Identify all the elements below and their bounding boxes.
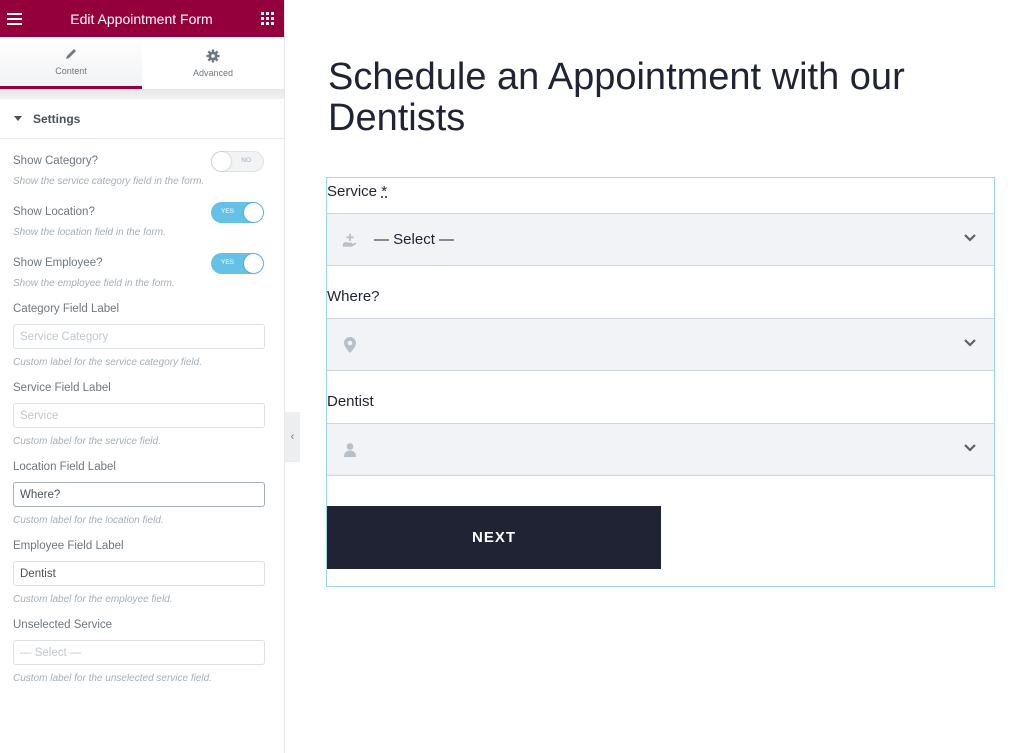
settings-section-toggle[interactable]: Settings bbox=[0, 99, 284, 139]
control-label: Service Field Label bbox=[13, 382, 111, 394]
employee-field-label: Dentist bbox=[327, 393, 374, 410]
control-label: Location Field Label bbox=[13, 461, 116, 473]
divider bbox=[0, 90, 284, 99]
employee-select[interactable] bbox=[327, 423, 994, 476]
control-label: Employee Field Label bbox=[13, 540, 124, 552]
service-hand-plus-icon bbox=[342, 232, 358, 248]
service-field-label: Service * bbox=[327, 183, 387, 200]
control-description: Custom label for the location field. bbox=[13, 515, 164, 526]
chevron-down-icon bbox=[964, 339, 976, 347]
switch-knob bbox=[244, 202, 263, 222]
employee-label-input[interactable] bbox=[13, 561, 265, 586]
tab-label: Advanced bbox=[192, 67, 234, 78]
caret-down-icon bbox=[14, 116, 22, 121]
chevron-left-icon: ‹ bbox=[290, 431, 295, 443]
tab-label: Content bbox=[55, 66, 87, 76]
required-mark: * bbox=[381, 183, 388, 200]
location-field-label: Where? bbox=[327, 288, 380, 305]
control-description: Custom label for the employee field. bbox=[13, 594, 173, 605]
control-label: Show Location? bbox=[13, 206, 95, 218]
location-pin-icon bbox=[342, 336, 358, 353]
show-employee-switch[interactable]: YES bbox=[211, 252, 264, 274]
control-description: Show the service category field in the f… bbox=[13, 176, 205, 187]
service-select[interactable]: — Select — bbox=[327, 213, 994, 266]
show-category-switch[interactable]: NO bbox=[211, 150, 264, 172]
switch-state: YES bbox=[221, 258, 235, 266]
collapse-panel-button[interactable]: ‹ bbox=[285, 412, 300, 462]
show-location-switch[interactable]: YES bbox=[211, 201, 264, 223]
switch-state: NO bbox=[241, 156, 251, 164]
preview-area: Schedule an Appointment with our Dentist… bbox=[300, 0, 1024, 753]
switch-knob bbox=[212, 151, 231, 171]
control-service-label: Service Field Label Custom label for the… bbox=[13, 382, 265, 447]
switch-knob bbox=[244, 253, 263, 273]
category-label-input[interactable] bbox=[13, 324, 265, 349]
control-employee-label: Employee Field Label Custom label for th… bbox=[13, 540, 265, 605]
service-label-input[interactable] bbox=[13, 403, 265, 428]
control-description: Show the employee field in the form. bbox=[13, 278, 175, 289]
control-description: Custom label for the service category fi… bbox=[13, 357, 202, 368]
gear-icon bbox=[206, 49, 220, 65]
select-value: — Select — bbox=[374, 231, 455, 248]
page-heading: Schedule an Appointment with our Dentist… bbox=[328, 56, 905, 139]
control-category-label: Category Field Label Custom label for th… bbox=[13, 303, 265, 368]
appointment-form: Service * — Select — Where? Dentist NEXT bbox=[326, 177, 995, 587]
location-label-input[interactable] bbox=[13, 482, 265, 507]
editor-panel: Edit Appointment Form Content Advanced S… bbox=[0, 0, 285, 753]
controls: Show Category? NO Show the service categ… bbox=[0, 149, 284, 684]
panel-tabs: Content Advanced bbox=[0, 37, 284, 90]
control-show-employee: Show Employee? YES Show the employee fie… bbox=[13, 251, 264, 289]
control-show-category: Show Category? NO Show the service categ… bbox=[13, 149, 264, 187]
section-title: Settings bbox=[33, 111, 81, 126]
tab-content[interactable]: Content bbox=[0, 37, 142, 89]
control-show-location: Show Location? YES Show the location fie… bbox=[13, 200, 264, 238]
control-unselected-service: Unselected Service Custom label for the … bbox=[13, 619, 265, 684]
panel-title: Edit Appointment Form bbox=[70, 10, 213, 27]
control-label: Unselected Service bbox=[13, 619, 113, 631]
pencil-icon bbox=[64, 47, 78, 63]
control-label: Category Field Label bbox=[13, 303, 120, 315]
chevron-down-icon bbox=[964, 234, 976, 242]
switch-state: YES bbox=[221, 207, 235, 215]
control-description: Custom label for the service field. bbox=[13, 436, 161, 447]
unselected-service-input[interactable] bbox=[13, 640, 265, 665]
tab-advanced[interactable]: Advanced bbox=[142, 37, 284, 89]
control-description: Show the location field in the form. bbox=[13, 227, 166, 238]
next-button[interactable]: NEXT bbox=[327, 506, 661, 569]
location-select[interactable] bbox=[327, 318, 994, 371]
user-icon bbox=[342, 442, 358, 457]
control-location-label: Location Field Label Custom label for th… bbox=[13, 461, 265, 526]
panel-header: Edit Appointment Form bbox=[0, 0, 284, 37]
label-text: Service bbox=[327, 183, 378, 200]
chevron-down-icon bbox=[964, 444, 976, 452]
control-description: Custom label for the unselected service … bbox=[13, 673, 212, 684]
widgets-grid-icon[interactable] bbox=[261, 12, 274, 25]
control-label: Show Employee? bbox=[13, 257, 103, 269]
control-label: Show Category? bbox=[13, 155, 99, 167]
menu-icon[interactable] bbox=[7, 12, 22, 25]
